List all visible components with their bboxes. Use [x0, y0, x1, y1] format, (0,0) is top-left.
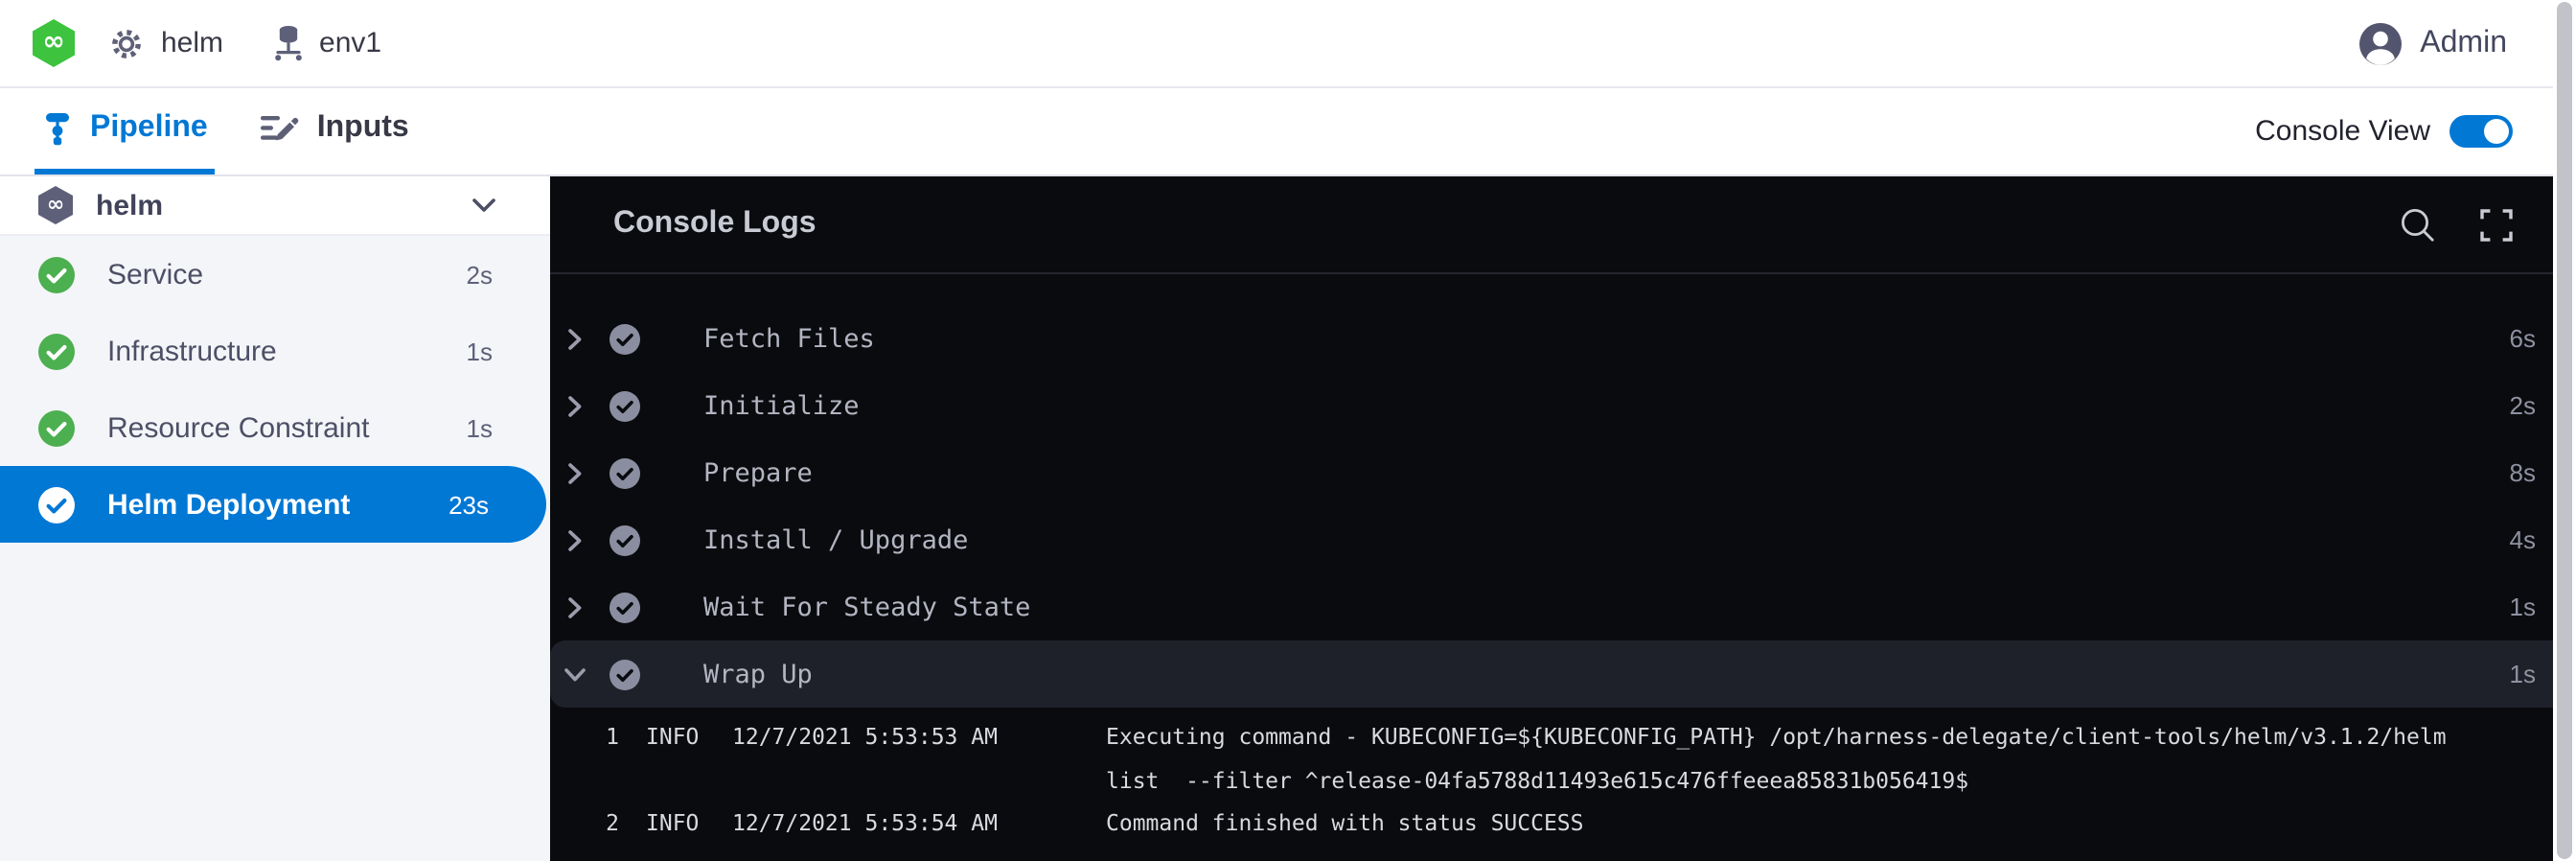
chevron-down-icon[interactable]	[472, 198, 496, 213]
pipeline-hexagon-icon: ∞	[38, 186, 73, 224]
pipeline-group-name: helm	[96, 189, 163, 221]
log-line-number: 2	[600, 802, 619, 845]
log-message: Executing command - KUBECONFIG=${KUBECON…	[1037, 715, 2499, 802]
stage-duration: 23s	[448, 490, 489, 519]
log-line: 1 INFO 12/7/2021 5:53:53 AM Executing co…	[550, 715, 2576, 802]
scrollbar-thumb[interactable]	[2557, 2, 2572, 859]
breadcrumb: ∞ helm env1	[33, 19, 381, 67]
toggle-knob	[2484, 119, 2509, 144]
fullscreen-icon[interactable]	[2480, 208, 2513, 241]
stage-duration: 1s	[467, 413, 493, 442]
chevron-right-icon[interactable]	[564, 595, 586, 618]
harness-logo-icon[interactable]: ∞	[33, 19, 75, 67]
step-duration: 6s	[2510, 324, 2536, 353]
step-duration: 1s	[2510, 593, 2536, 621]
user-menu[interactable]: Admin	[2357, 20, 2507, 66]
step-row-prepare[interactable]: Prepare 8s	[550, 439, 2576, 506]
top-bar: ∞ helm env1	[0, 0, 2576, 88]
environment-icon[interactable]	[271, 25, 304, 61]
step-row-wait-for-steady-state[interactable]: Wait For Steady State 1s	[550, 573, 2576, 640]
chevron-right-icon[interactable]	[564, 461, 586, 484]
step-duration: 1s	[2510, 660, 2536, 688]
console-title: Console Logs	[613, 207, 816, 242]
step-success-icon	[610, 524, 640, 555]
pipeline-icon	[42, 111, 73, 146]
success-check-icon	[38, 409, 75, 446]
console-header: Console Logs	[550, 176, 2576, 274]
window-scrollbar[interactable]	[2553, 0, 2576, 861]
success-check-icon	[38, 333, 75, 369]
step-label: Prepare	[703, 457, 813, 488]
step-row-wrap-up[interactable]: Wrap Up 1s	[550, 640, 2576, 708]
stage-label: Infrastructure	[107, 335, 277, 367]
tab-inputs[interactable]: Inputs	[254, 88, 417, 175]
environment-name[interactable]: env1	[319, 27, 381, 59]
step-list: Fetch Files 6s Initialize 2s Prepare 8s	[550, 274, 2576, 845]
content-area: ∞ helm Service 2s Infrastructure 1s	[0, 176, 2576, 861]
tab-pipeline-label: Pipeline	[90, 111, 208, 146]
console-panel: Console Logs Fetch Files 6s	[550, 176, 2576, 861]
chevron-right-icon[interactable]	[564, 528, 586, 551]
stage-label: Helm Deployment	[107, 488, 350, 521]
step-row-initialize[interactable]: Initialize 2s	[550, 372, 2576, 439]
log-message: Command finished with status SUCCESS	[1037, 802, 2499, 845]
step-success-icon	[610, 457, 640, 488]
chevron-right-icon[interactable]	[564, 394, 586, 417]
sidebar-item-service[interactable]: Service 2s	[0, 236, 550, 313]
stage-label: Service	[107, 258, 203, 291]
success-check-icon	[38, 486, 75, 523]
console-view-label: Console View	[2255, 115, 2430, 148]
tab-bar: Pipeline Inputs Console View	[0, 88, 2576, 176]
step-row-install-upgrade[interactable]: Install / Upgrade 4s	[550, 506, 2576, 573]
step-success-icon	[610, 659, 640, 689]
log-level: INFO	[619, 802, 700, 845]
sidebar-item-helm-deployment[interactable]: Helm Deployment 23s	[0, 466, 546, 543]
console-view-toggle[interactable]	[2450, 115, 2513, 148]
log-timestamp: 12/7/2021 5:53:53 AM	[700, 715, 1037, 802]
user-name: Admin	[2420, 26, 2507, 60]
stages-sidebar: ∞ helm Service 2s Infrastructure 1s	[0, 176, 550, 861]
step-success-icon	[610, 323, 640, 354]
log-timestamp: 12/7/2021 5:53:54 AM	[700, 802, 1037, 845]
user-avatar-icon[interactable]	[2357, 20, 2403, 66]
tab-inputs-label: Inputs	[317, 111, 409, 146]
step-label: Install / Upgrade	[703, 524, 968, 555]
sidebar-item-resource-constraint[interactable]: Resource Constraint 1s	[0, 389, 550, 466]
step-row-fetch-files[interactable]: Fetch Files 6s	[550, 305, 2576, 372]
log-line: 2 INFO 12/7/2021 5:53:54 AM Command fini…	[550, 802, 2576, 845]
step-label: Wrap Up	[703, 659, 813, 689]
step-success-icon	[610, 592, 640, 622]
pipeline-group-header[interactable]: ∞ helm	[0, 176, 550, 236]
log-level: INFO	[619, 715, 700, 802]
step-duration: 4s	[2510, 525, 2536, 554]
chevron-right-icon[interactable]	[564, 327, 586, 350]
step-label: Wait For Steady State	[703, 592, 1030, 622]
tab-pipeline[interactable]: Pipeline	[34, 88, 216, 175]
stage-duration: 2s	[467, 260, 493, 289]
step-duration: 2s	[2510, 391, 2536, 420]
search-icon[interactable]	[2400, 206, 2436, 243]
chevron-down-icon[interactable]	[564, 666, 586, 682]
step-label: Fetch Files	[703, 323, 875, 354]
success-check-icon	[38, 256, 75, 292]
settings-gear-icon[interactable]	[107, 24, 146, 62]
inputs-edit-icon	[262, 113, 300, 144]
app-window: ∞ helm env1	[0, 0, 2576, 861]
log-output: 1 INFO 12/7/2021 5:53:53 AM Executing co…	[550, 715, 2576, 845]
step-duration: 8s	[2510, 458, 2536, 487]
stage-duration: 1s	[467, 337, 493, 365]
step-success-icon	[610, 390, 640, 421]
sidebar-item-infrastructure[interactable]: Infrastructure 1s	[0, 313, 550, 389]
log-line-number: 1	[600, 715, 619, 802]
step-label: Initialize	[703, 390, 860, 421]
project-name[interactable]: helm	[161, 27, 223, 59]
stage-label: Resource Constraint	[107, 411, 369, 444]
